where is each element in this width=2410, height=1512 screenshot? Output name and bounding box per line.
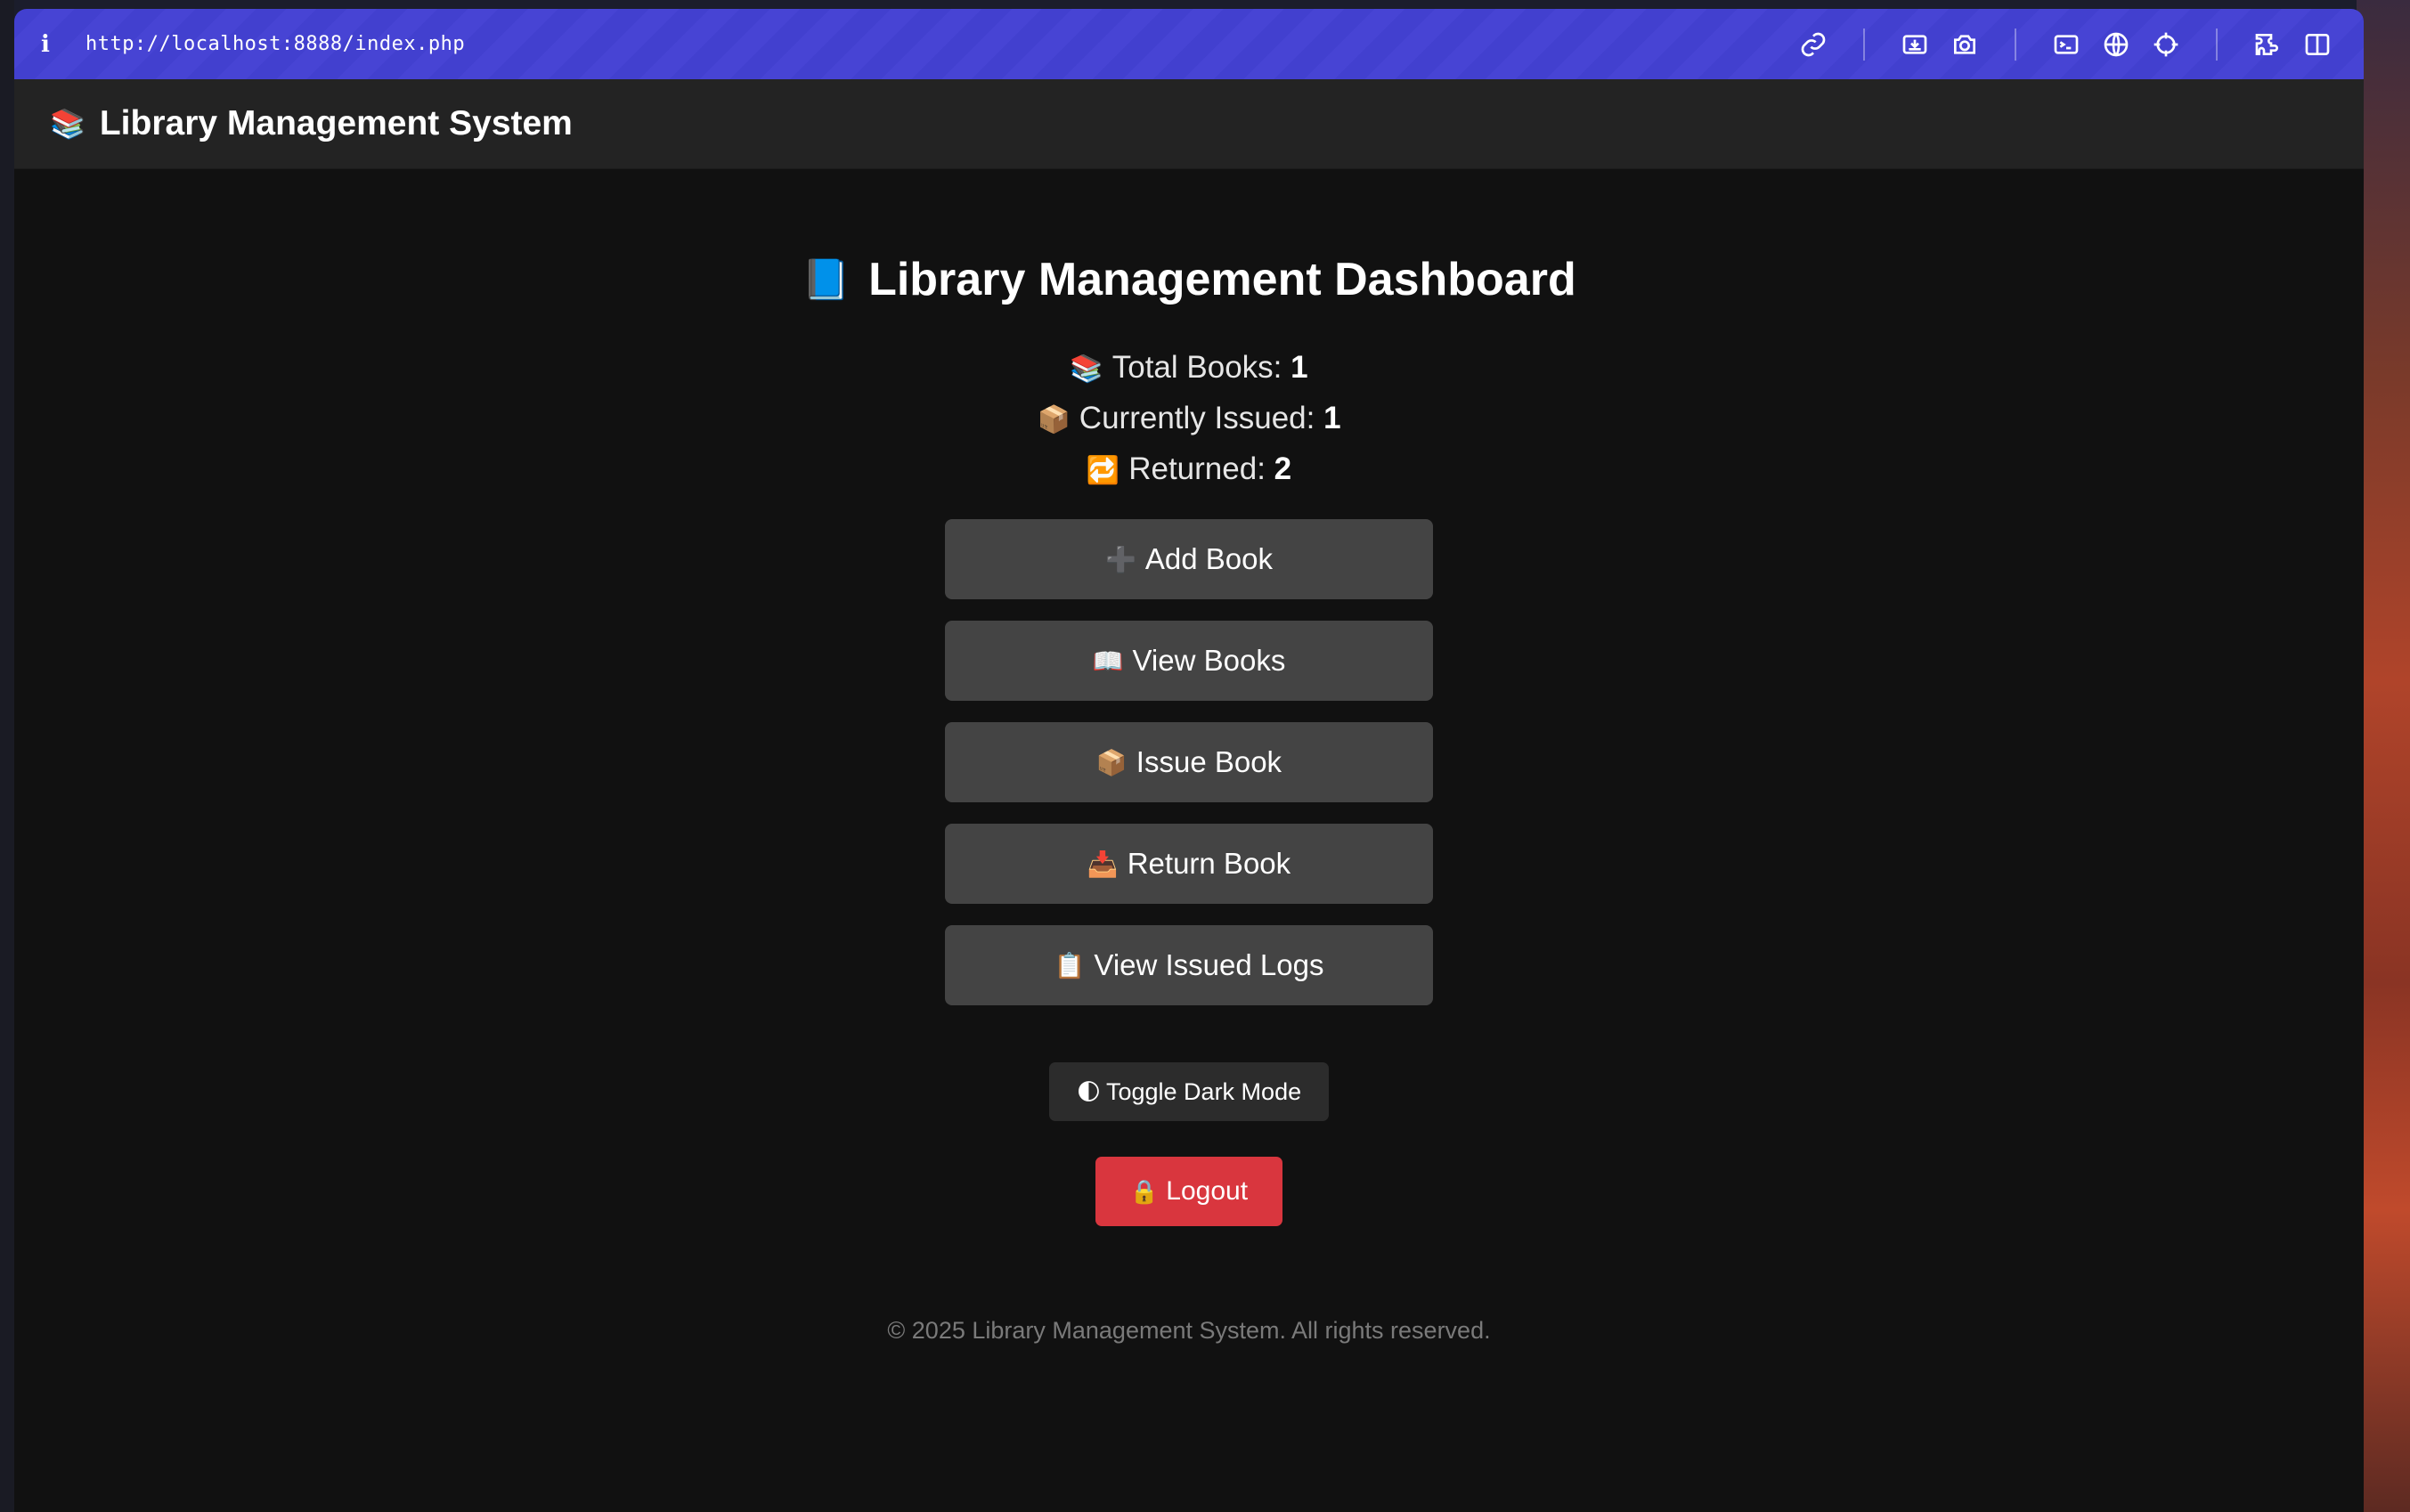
view-issued-logs-button[interactable]: 📋 View Issued Logs: [945, 925, 1433, 1005]
blue-book-icon: 📘: [802, 258, 851, 302]
logout-button[interactable]: 🔒 Logout: [1095, 1157, 1282, 1226]
toolbar-separator: [2015, 28, 2016, 61]
action-buttons: ➕ Add Book 📖 View Books 📦 Issue Book 📥 R…: [945, 519, 1433, 1027]
button-label: Return Book: [1127, 847, 1291, 880]
stat-label: Currently Issued:: [1079, 401, 1324, 435]
stat-total-books: 📚 Total Books: 1: [1037, 342, 1340, 393]
terminal-icon[interactable]: [2041, 20, 2091, 69]
url-bar: i http://localhost:8888/index.php: [14, 9, 2364, 79]
issue-book-button[interactable]: 📦 Issue Book: [945, 722, 1433, 802]
navbar: 📚 Library Management System: [14, 79, 2364, 169]
stats: 📚 Total Books: 1 📦 Currently Issued: 1 🔁 Re…: [1037, 342, 1340, 494]
button-label: Issue Book: [1136, 745, 1282, 778]
extension-icon[interactable]: [2243, 20, 2292, 69]
view-books-button[interactable]: 📖 View Books: [945, 621, 1433, 701]
books-icon: 📚: [50, 108, 85, 140]
info-icon[interactable]: i: [41, 31, 85, 58]
toggle-dark-mode-button[interactable]: 🌓 Toggle Dark Mode: [1049, 1062, 1329, 1121]
stat-returned: 🔁 Returned: 2: [1037, 443, 1340, 494]
plus-icon: ➕: [1105, 545, 1136, 573]
toolbar-separator: [2216, 28, 2218, 61]
page-title-text: Library Management Dashboard: [868, 254, 1576, 305]
stat-label: Returned:: [1128, 451, 1274, 486]
return-book-button[interactable]: 📥 Return Book: [945, 824, 1433, 904]
inbox-icon: 📥: [1087, 849, 1119, 878]
toolbar-separator: [1863, 28, 1865, 61]
desktop-wallpaper: [2357, 0, 2410, 1512]
desktop-edge: [0, 0, 14, 1512]
stat-currently-issued: 📦 Currently Issued: 1: [1037, 393, 1340, 443]
stat-value: 1: [1323, 401, 1341, 435]
button-label: Logout: [1166, 1176, 1249, 1206]
stat-value: 2: [1274, 451, 1292, 486]
camera-icon[interactable]: [1940, 20, 1990, 69]
add-book-button[interactable]: ➕ Add Book: [945, 519, 1433, 599]
sidebar-icon[interactable]: [2292, 20, 2342, 69]
stat-label: Total Books:: [1111, 350, 1291, 385]
url-text[interactable]: http://localhost:8888/index.php: [85, 33, 465, 55]
page-title: 📘 Library Management Dashboard: [802, 244, 1575, 315]
stat-value: 1: [1290, 350, 1308, 385]
download-icon[interactable]: [1890, 20, 1940, 69]
books-icon: 📚: [1070, 354, 1103, 384]
brand[interactable]: 📚 Library Management System: [50, 104, 573, 143]
button-label: View Books: [1132, 644, 1286, 677]
package-icon: 📦: [1095, 748, 1128, 776]
link-icon[interactable]: [1788, 20, 1838, 69]
open-book-icon: 📖: [1092, 646, 1124, 675]
half-moon-icon: 🌓: [1076, 1077, 1101, 1105]
package-icon: 📦: [1037, 405, 1071, 435]
dashboard-main: 📘 Library Management Dashboard 📚 Total Bo…: [14, 169, 2364, 1345]
footer-text: © 2025 Library Management System. All ri…: [887, 1317, 1491, 1344]
lock-icon: 🔒: [1129, 1177, 1160, 1205]
button-label: Toggle Dark Mode: [1105, 1077, 1302, 1105]
button-label: Add Book: [1144, 542, 1273, 575]
crosshair-icon[interactable]: [2141, 20, 2191, 69]
brand-text: Library Management System: [99, 104, 573, 142]
globe-icon[interactable]: [2091, 20, 2141, 69]
browser-window: i http://localhost:8888/index.php 📚 Libr…: [14, 9, 2364, 1512]
button-label: View Issued Logs: [1094, 948, 1324, 981]
clipboard-icon: 📋: [1054, 951, 1086, 980]
repeat-icon: 🔁: [1086, 456, 1120, 485]
